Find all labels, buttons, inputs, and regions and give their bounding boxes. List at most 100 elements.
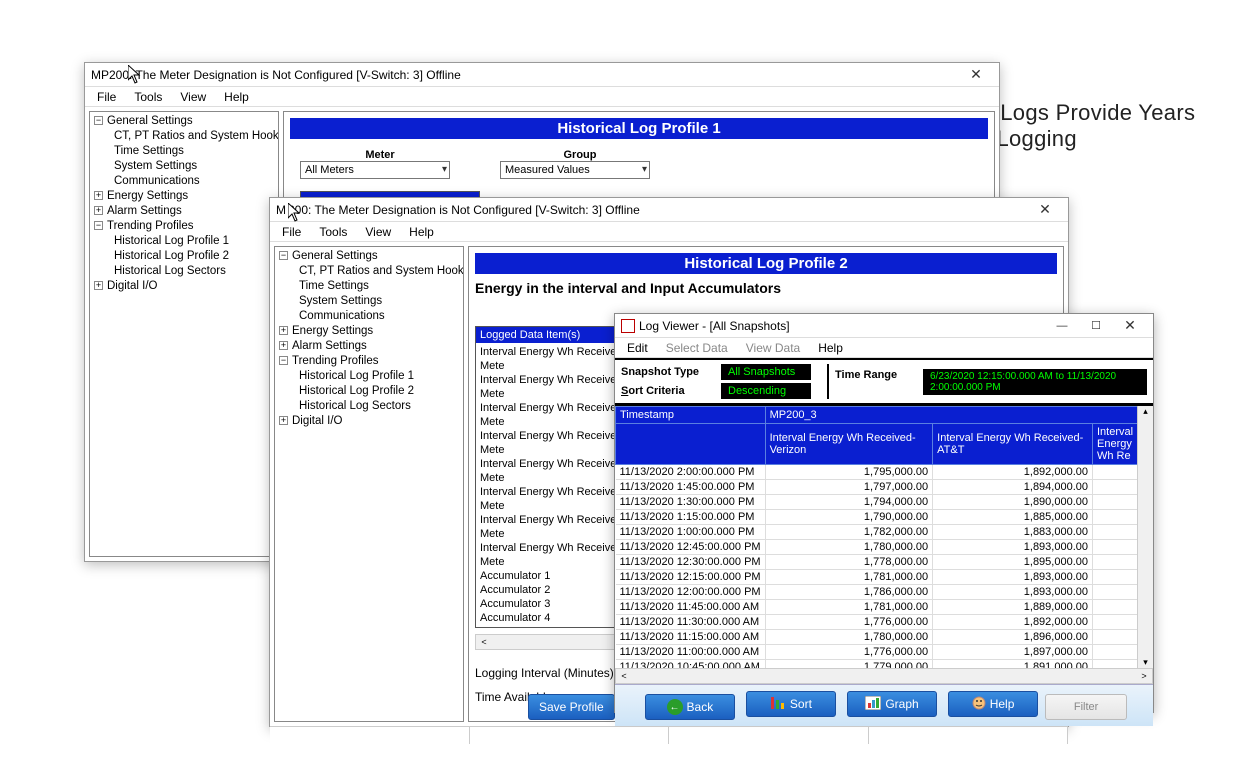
col-timestamp[interactable]: Timestamp [616, 407, 766, 424]
hscroll[interactable]: < > [615, 668, 1153, 684]
filter-button[interactable]: Filter [1045, 694, 1127, 720]
table-row[interactable]: 11/13/2020 11:15:00.000 AM1,780,000.001,… [616, 630, 1153, 645]
snapshot-type-value[interactable]: All Snapshots [721, 364, 811, 380]
menu-view[interactable]: View [172, 88, 214, 106]
sort-criteria-value[interactable]: Descending [721, 383, 811, 399]
tree-item[interactable]: System Settings [277, 294, 461, 309]
expand-icon[interactable]: + [94, 281, 103, 290]
scroll-down-icon[interactable]: ▾ [1138, 657, 1153, 668]
back-button[interactable]: ← Back [645, 694, 735, 720]
tree-label: Communications [299, 310, 385, 322]
menu-tools[interactable]: Tools [311, 223, 355, 241]
tree-item[interactable]: Historical Log Profile 2 [92, 249, 276, 264]
close-icon[interactable]: ✕ [959, 64, 993, 86]
tree-item[interactable]: Communications [277, 309, 461, 324]
scroll-left-icon[interactable]: < [476, 637, 492, 647]
group-dropdown[interactable]: Measured Values [500, 161, 650, 179]
subcol-att[interactable]: Interval Energy Wh Received- AT&T [933, 424, 1093, 465]
app-icon [621, 319, 635, 333]
menu-help[interactable]: Help [216, 88, 257, 106]
scroll-right-icon[interactable]: > [1136, 671, 1152, 681]
tree-item[interactable]: System Settings [92, 159, 276, 174]
tree-item[interactable]: −General Settings [277, 249, 461, 264]
scroll-up-icon[interactable]: ▴ [1138, 406, 1153, 417]
table-row[interactable]: 11/13/2020 1:15:00.000 PM1,790,000.001,8… [616, 510, 1153, 525]
menu-tools[interactable]: Tools [126, 88, 170, 106]
col-mp200[interactable]: MP200_3 [765, 407, 1152, 424]
time-range-value[interactable]: 6/23/2020 12:15:00.000 AM to 11/13/2020 … [923, 369, 1147, 395]
tree-item[interactable]: Time Settings [277, 279, 461, 294]
table-row[interactable]: 11/13/2020 1:30:00.000 PM1,794,000.001,8… [616, 495, 1153, 510]
table-row[interactable]: 11/13/2020 2:00:00.000 PM1,795,000.001,8… [616, 465, 1153, 480]
table-row[interactable]: 11/13/2020 11:00:00.000 AM1,776,000.001,… [616, 645, 1153, 660]
collapse-icon[interactable]: − [94, 116, 103, 125]
table-row[interactable]: 11/13/2020 1:00:00.000 PM1,782,000.001,8… [616, 525, 1153, 540]
minimize-icon[interactable]: — [1045, 315, 1079, 337]
menu-view-data[interactable]: View Data [738, 339, 808, 357]
close-icon[interactable]: ✕ [1028, 199, 1062, 221]
tree-item[interactable]: CT, PT Ratios and System Hookup [92, 129, 276, 144]
table-row[interactable]: 11/13/2020 12:00:00.000 PM1,786,000.001,… [616, 585, 1153, 600]
tree-label: System Settings [114, 160, 197, 172]
table-row[interactable]: 11/13/2020 12:45:00.000 PM1,780,000.001,… [616, 540, 1153, 555]
menu-select-data[interactable]: Select Data [658, 339, 736, 357]
table-row[interactable]: 11/13/2020 11:45:00.000 AM1,781,000.001,… [616, 600, 1153, 615]
scroll-left-icon[interactable]: < [616, 671, 632, 681]
expand-icon[interactable]: + [279, 416, 288, 425]
collapse-icon[interactable]: − [279, 251, 288, 260]
tree-item[interactable]: Historical Log Profile 2 [277, 384, 461, 399]
table-row[interactable]: 11/13/2020 11:30:00.000 AM1,776,000.001,… [616, 615, 1153, 630]
tree-item[interactable]: +Alarm Settings [92, 204, 276, 219]
menu-edit[interactable]: Edit [619, 339, 656, 357]
tree-item[interactable]: Historical Log Sectors [92, 264, 276, 279]
sort-button[interactable]: Sort [746, 691, 836, 717]
table-row[interactable]: 11/13/2020 10:45:00.000 AM1,779,000.001,… [616, 660, 1153, 669]
tree-item[interactable]: Historical Log Profile 1 [277, 369, 461, 384]
tree-item[interactable]: Historical Log Profile 1 [92, 234, 276, 249]
settings-tree[interactable]: −General SettingsCT, PT Ratios and Syste… [89, 111, 279, 557]
subcol-verizon[interactable]: Interval Energy Wh Received- Verizon [765, 424, 933, 465]
graph-label: Graph [885, 697, 918, 711]
tree-item[interactable]: +Digital I/O [277, 414, 461, 429]
tree-item[interactable]: Historical Log Sectors [277, 399, 461, 414]
vscroll[interactable]: ▴ ▾ [1137, 406, 1153, 668]
table-row[interactable]: 11/13/2020 12:15:00.000 PM1,781,000.001,… [616, 570, 1153, 585]
menu-help[interactable]: Help [810, 339, 851, 357]
meter-dropdown[interactable]: All Meters [300, 161, 450, 179]
expand-icon[interactable]: + [94, 206, 103, 215]
tree-label: Energy Settings [292, 325, 373, 337]
snapshot-type-label: Snapshot Type [621, 366, 721, 378]
cell-timestamp: 11/13/2020 12:15:00.000 PM [616, 570, 766, 585]
table-row[interactable]: 11/13/2020 1:45:00.000 PM1,797,000.001,8… [616, 480, 1153, 495]
tree-item[interactable]: −General Settings [92, 114, 276, 129]
expand-icon[interactable]: + [279, 341, 288, 350]
tree-item[interactable]: Communications [92, 174, 276, 189]
collapse-icon[interactable]: − [279, 356, 288, 365]
tree-item[interactable]: +Digital I/O [92, 279, 276, 294]
expand-icon[interactable]: + [94, 191, 103, 200]
graph-button[interactable]: Graph [847, 691, 937, 717]
sort-label: Sort [790, 697, 812, 711]
table-row[interactable]: 11/13/2020 12:30:00.000 PM1,778,000.001,… [616, 555, 1153, 570]
menu-help[interactable]: Help [401, 223, 442, 241]
menu-file[interactable]: File [89, 88, 124, 106]
data-grid[interactable]: Timestamp MP200_3 Interval Energy Wh Rec… [615, 406, 1153, 668]
tree-item[interactable]: −Trending Profiles [277, 354, 461, 369]
tree-item[interactable]: +Energy Settings [92, 189, 276, 204]
save-profile-button[interactable]: Save Profile [528, 694, 615, 720]
graph-icon [865, 696, 881, 713]
collapse-icon[interactable]: − [94, 221, 103, 230]
maximize-icon[interactable]: ☐ [1079, 315, 1113, 337]
close-icon[interactable]: ✕ [1113, 315, 1147, 337]
help-button[interactable]: Help [948, 691, 1038, 717]
menu-view[interactable]: View [357, 223, 399, 241]
menu-file[interactable]: File [274, 223, 309, 241]
expand-icon[interactable]: + [279, 326, 288, 335]
tree-item[interactable]: −Trending Profiles [92, 219, 276, 234]
settings-tree[interactable]: −General SettingsCT, PT Ratios and Syste… [274, 246, 464, 722]
tree-item[interactable]: + Energy Settings [277, 324, 461, 339]
tree-item[interactable]: +Alarm Settings [277, 339, 461, 354]
tree-item[interactable]: Time Settings [92, 144, 276, 159]
cell-value: 1,781,000.00 [765, 570, 933, 585]
tree-item[interactable]: CT, PT Ratios and System Hookup [277, 264, 461, 279]
